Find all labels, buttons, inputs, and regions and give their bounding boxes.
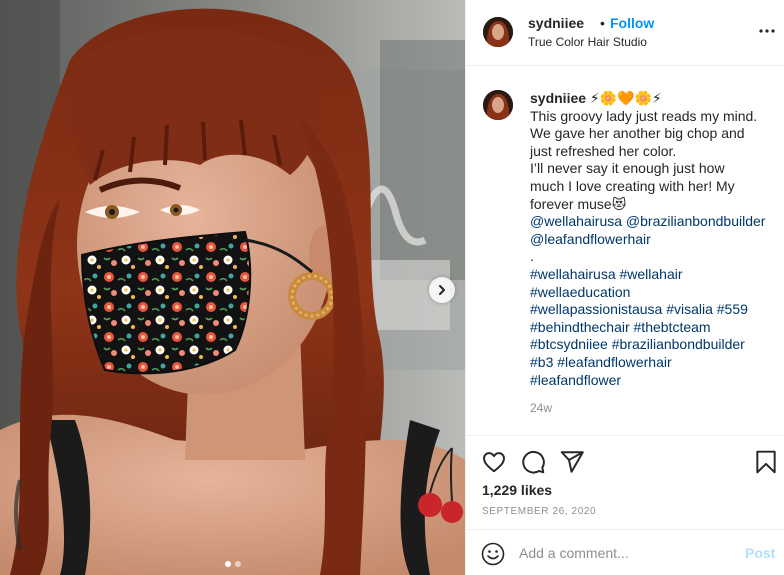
comment-icon	[522, 451, 545, 474]
like-button[interactable]	[481, 449, 507, 475]
share-icon	[560, 451, 584, 473]
follow-separator: •	[600, 15, 605, 31]
save-button[interactable]	[753, 449, 779, 475]
caption-username[interactable]: sydniiee	[530, 90, 586, 106]
hashtag-links[interactable]: #wellapassionistausa #visalia #559	[530, 301, 774, 319]
caption-line: We gave her another big chop and	[530, 125, 745, 142]
emoji-button[interactable]	[481, 542, 505, 566]
next-image-button[interactable]	[429, 277, 455, 303]
more-options-button[interactable]	[758, 22, 776, 40]
hashtag-links[interactable]: #b3 #leafandflowerhair	[530, 354, 774, 372]
share-button[interactable]	[559, 449, 585, 475]
hashtag-links[interactable]: #leafandflower	[530, 372, 774, 390]
carousel-indicator	[0, 561, 465, 567]
post-side-panel: sydniiee • Follow True Color Hair Studio…	[465, 0, 784, 575]
instagram-post: sydniiee • Follow True Color Hair Studio…	[0, 0, 784, 575]
caption-separator: .	[530, 248, 534, 265]
author-username[interactable]: sydniiee	[528, 15, 584, 31]
caption-avatar[interactable]	[483, 90, 513, 120]
caption-line: just refreshed her color.	[530, 142, 677, 159]
smiley-icon	[481, 542, 505, 566]
caption-line: This groovy lady just reads my mind.	[530, 107, 758, 124]
avatar-image	[483, 90, 513, 120]
caption-line: much I love creating with her! My	[530, 177, 735, 194]
hashtag-links[interactable]: #wellaeducation	[530, 284, 774, 302]
caption-timestamp[interactable]: 24w	[530, 401, 552, 415]
post-location[interactable]: True Color Hair Studio	[528, 35, 647, 49]
post-caption: sydniiee ⚡🌼🧡🌼⚡ This groovy lady just rea…	[530, 90, 774, 389]
post-photo	[0, 0, 465, 575]
hashtag-links[interactable]: #btcsydniiee #brazilianbondbuilder	[530, 336, 774, 354]
post-date[interactable]: SEPTEMBER 26, 2020	[482, 506, 596, 517]
carousel-dot-active	[224, 561, 231, 567]
hashtag-links[interactable]: #behindthechair #thebtcteam	[530, 319, 774, 337]
caption-line: forever muse😻	[530, 195, 627, 212]
comment-button[interactable]	[520, 449, 546, 475]
hashtag-links[interactable]: #wellahairusa #wellahair	[530, 266, 774, 284]
author-avatar[interactable]	[483, 17, 513, 47]
carousel-dot	[234, 561, 241, 567]
heart-icon	[483, 452, 505, 473]
likes-count[interactable]: 1,229 likes	[482, 482, 552, 498]
caption-first-line: sydniiee ⚡🌼🧡🌼⚡	[530, 90, 774, 108]
caption-line: I’ll never say it enough just how	[530, 160, 725, 177]
comment-bar: Post	[466, 529, 784, 575]
follow-button[interactable]: Follow	[610, 15, 654, 31]
chevron-right-icon	[439, 285, 445, 295]
avatar-image	[483, 17, 513, 47]
comment-input[interactable]	[519, 540, 729, 566]
mention-links[interactable]: @wellahairusa @brazilianbondbuilder	[530, 213, 774, 231]
post-comment-button[interactable]: Post	[745, 545, 775, 561]
mention-links[interactable]: @leafandflowerhair	[530, 231, 774, 249]
post-media[interactable]	[0, 0, 465, 575]
caption-username-emojis: ⚡🌼🧡🌼⚡	[589, 90, 662, 106]
more-horizontal-icon	[759, 29, 775, 33]
post-header: sydniiee • Follow True Color Hair Studio	[466, 0, 784, 66]
bookmark-icon	[756, 450, 776, 474]
